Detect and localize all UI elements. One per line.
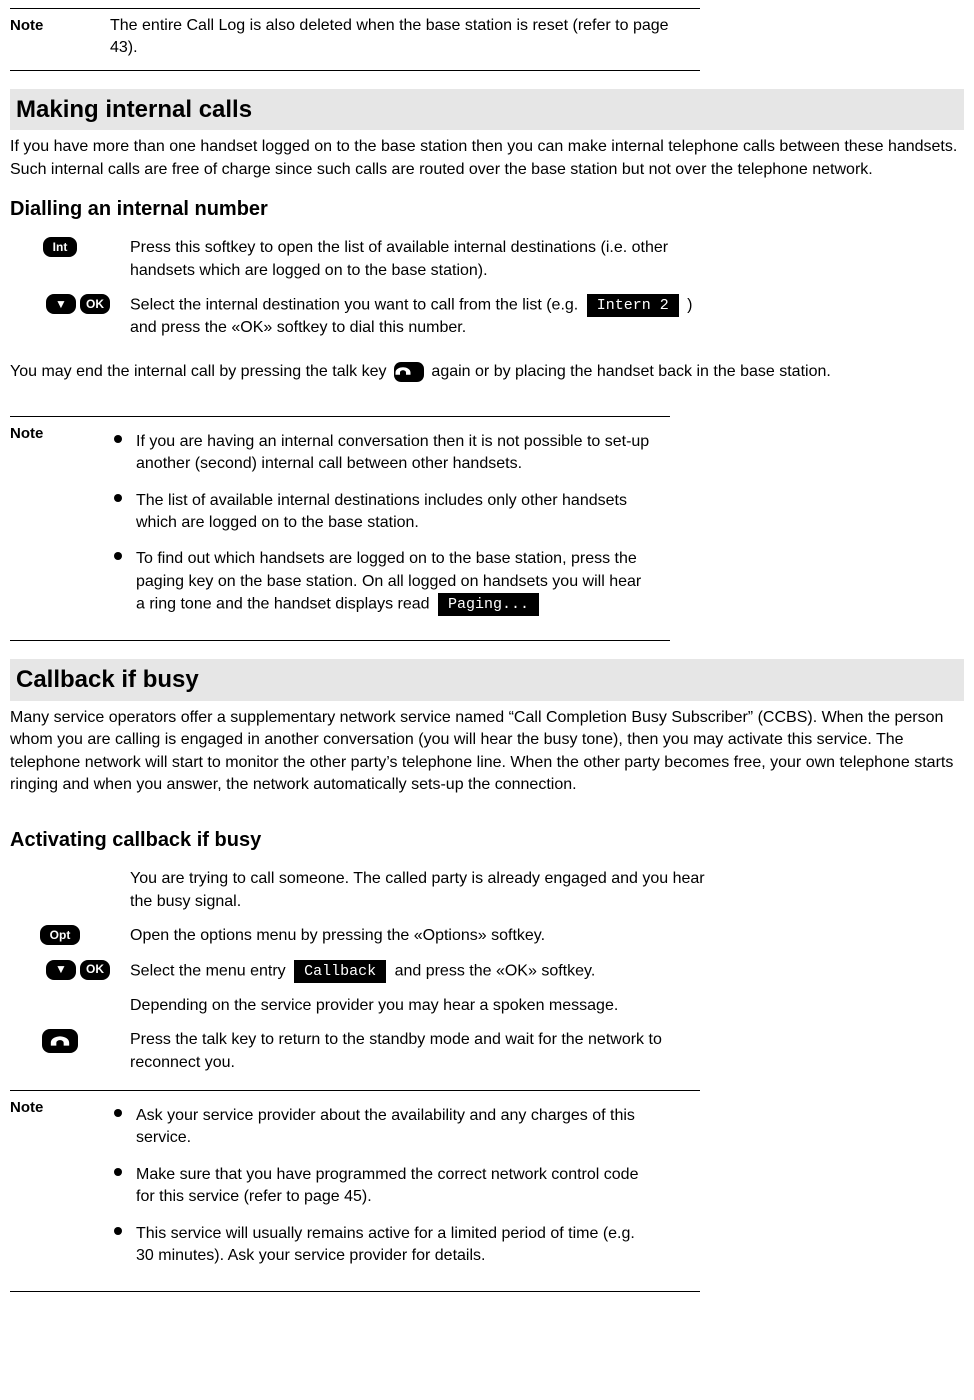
talk-key-icon	[394, 362, 424, 382]
softkey-ok: OK	[80, 960, 110, 980]
talk-key-icon	[42, 1029, 78, 1053]
callback-intro: Many service operators offer a supplemen…	[10, 707, 964, 797]
note-label: Note	[10, 1097, 90, 1281]
note-text: The entire Call Log is also deleted when…	[110, 15, 670, 60]
heading-callback: Callback if busy	[10, 659, 964, 701]
step-keys: ▼ OK	[10, 960, 110, 980]
step-keys	[10, 1029, 110, 1053]
step-callback-select: ▼ OK Select the menu entry Callback and …	[10, 960, 964, 983]
rule	[10, 70, 700, 71]
step-select-intern: ▼ OK Select the internal destination you…	[10, 294, 964, 340]
note-block-3: Note Ask your service provider about the…	[10, 1091, 964, 1291]
note-label: Note	[10, 15, 90, 60]
subheading-dialling: Dialling an internal number	[10, 195, 964, 223]
display-tag-paging: Paging...	[438, 593, 539, 616]
softkey-opt: Opt	[40, 925, 81, 945]
rule	[10, 640, 670, 641]
note-body: Ask your service provider about the avai…	[110, 1097, 650, 1281]
step-keys: Int	[10, 237, 110, 257]
intro-paragraph: If you have more than one handset logged…	[10, 136, 964, 181]
step-text: Select the menu entry Callback and press…	[130, 960, 595, 983]
softkey-ok: OK	[80, 294, 110, 314]
note-body: If you are having an internal conversati…	[110, 423, 650, 630]
text-frag: again or by placing the handset back in …	[431, 363, 830, 380]
list-item: If you are having an internal conversati…	[110, 431, 650, 476]
step-keys: ▼ OK	[10, 294, 110, 314]
list-item: The list of available internal destinati…	[110, 490, 650, 535]
list-item: Ask your service provider about the avai…	[110, 1105, 650, 1150]
note-block-top: Note The entire Call Log is also deleted…	[10, 9, 964, 70]
step-pre: You are trying to call someone. The call…	[10, 868, 964, 913]
step-text: You are trying to call someone. The call…	[130, 868, 710, 913]
list-item: This service will usually remains active…	[110, 1223, 650, 1268]
text-frag: Select the internal destination you want…	[130, 297, 578, 314]
step-opt: Opt Open the options menu by pressing th…	[10, 925, 964, 947]
softkey-down: ▼	[46, 960, 76, 980]
step-talk-key: Press the talk key to return to the stan…	[10, 1029, 964, 1074]
step-text: Open the options menu by pressing the «O…	[130, 925, 545, 947]
display-tag-intern2: Intern 2	[587, 294, 679, 317]
note-bullet-list: Ask your service provider about the avai…	[110, 1105, 650, 1267]
step-message: Depending on the service provider you ma…	[10, 995, 964, 1017]
end-call-text: You may end the internal call by pressin…	[10, 361, 964, 383]
step-keys: Opt	[10, 925, 110, 945]
text-frag: To find out which handsets are logged on…	[136, 550, 641, 613]
softkey-int: Int	[43, 237, 78, 257]
display-tag-callback: Callback	[294, 960, 386, 983]
note-bullet-list: If you are having an internal conversati…	[110, 431, 650, 616]
note-label: Note	[10, 423, 90, 630]
note-block-2: Note If you are having an internal conve…	[10, 417, 964, 640]
heading-making-internal-calls: Making internal calls	[10, 89, 964, 131]
text-frag: You may end the internal call by pressin…	[10, 363, 387, 380]
list-item: Make sure that you have programmed the c…	[110, 1164, 650, 1209]
step-int: Int Press this softkey to open the list …	[10, 237, 964, 282]
step-text: Depending on the service provider you ma…	[130, 995, 618, 1017]
list-item: To find out which handsets are logged on…	[110, 548, 650, 616]
subheading-activating: Activating callback if busy	[10, 826, 964, 854]
step-text: Press this softkey to open the list of a…	[130, 237, 710, 282]
step-text: Press the talk key to return to the stan…	[130, 1029, 710, 1074]
text-frag: and press the «OK» softkey.	[395, 962, 596, 979]
text-frag: Select the menu entry	[130, 962, 286, 979]
softkey-down: ▼	[46, 294, 76, 314]
rule	[10, 1291, 700, 1292]
step-text: Select the internal destination you want…	[130, 294, 710, 340]
